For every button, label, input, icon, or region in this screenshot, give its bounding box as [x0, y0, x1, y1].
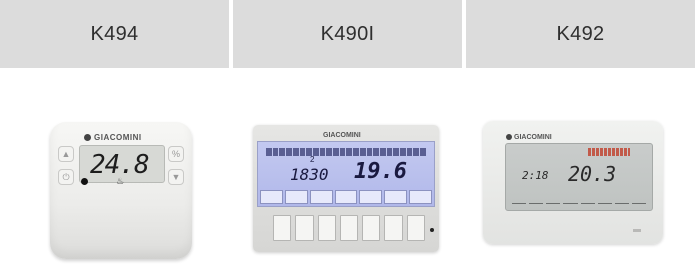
- product-image-k492[interactable]: GIACOMINI 2:18 20.3: [483, 121, 663, 244]
- model-name: K490I: [320, 22, 375, 45]
- program-bar: [266, 148, 426, 156]
- program-bar: [588, 148, 630, 156]
- giacomini-logo-icon: [506, 134, 512, 140]
- model-header-k492: K492: [466, 0, 695, 68]
- product-image-k494[interactable]: GIACOMINI ▲ ⏻ % ▼ 24.8 ♨: [50, 122, 192, 259]
- lcd-display: 2 1830 19.6: [257, 141, 435, 207]
- model-header-k494: K494: [0, 0, 229, 68]
- temperature-readout: 19.6: [354, 159, 407, 184]
- brand-logo: GIACOMINI: [84, 133, 142, 142]
- menu-tabs: [260, 190, 433, 204]
- flame-icon: ♨: [116, 176, 125, 186]
- model-header-k490i: K490I: [233, 0, 462, 68]
- model-name: K492: [556, 22, 605, 45]
- led-icon: [430, 228, 434, 232]
- giacomini-logo-icon: [84, 134, 91, 141]
- brand-logo: GIACOMINI: [506, 134, 552, 141]
- up-arrow-icon: ▲: [58, 146, 74, 162]
- time-readout: 1830: [290, 165, 329, 184]
- model-name: K494: [90, 22, 139, 45]
- status-dot-icon: [81, 178, 88, 185]
- model-badge: [633, 229, 641, 232]
- product-image-k490i[interactable]: GIACOMINI 2 1830 19.6: [253, 125, 439, 252]
- down-arrow-icon: ▼: [168, 169, 184, 185]
- temperature-readout: 20.3: [568, 162, 617, 186]
- time-readout: 2:18: [522, 169, 549, 182]
- thermostat-body: [50, 122, 192, 259]
- brand-logo: GIACOMINI: [323, 132, 361, 139]
- percent-icon: %: [168, 146, 184, 162]
- keypad: [273, 215, 425, 241]
- day-readout: 2: [310, 155, 315, 164]
- power-icon: ⏻: [58, 169, 74, 185]
- model-header-row: K494 K490I K492: [0, 0, 695, 68]
- lcd-display: 2:18 20.3: [505, 143, 653, 211]
- schedule-ticks: [512, 194, 646, 204]
